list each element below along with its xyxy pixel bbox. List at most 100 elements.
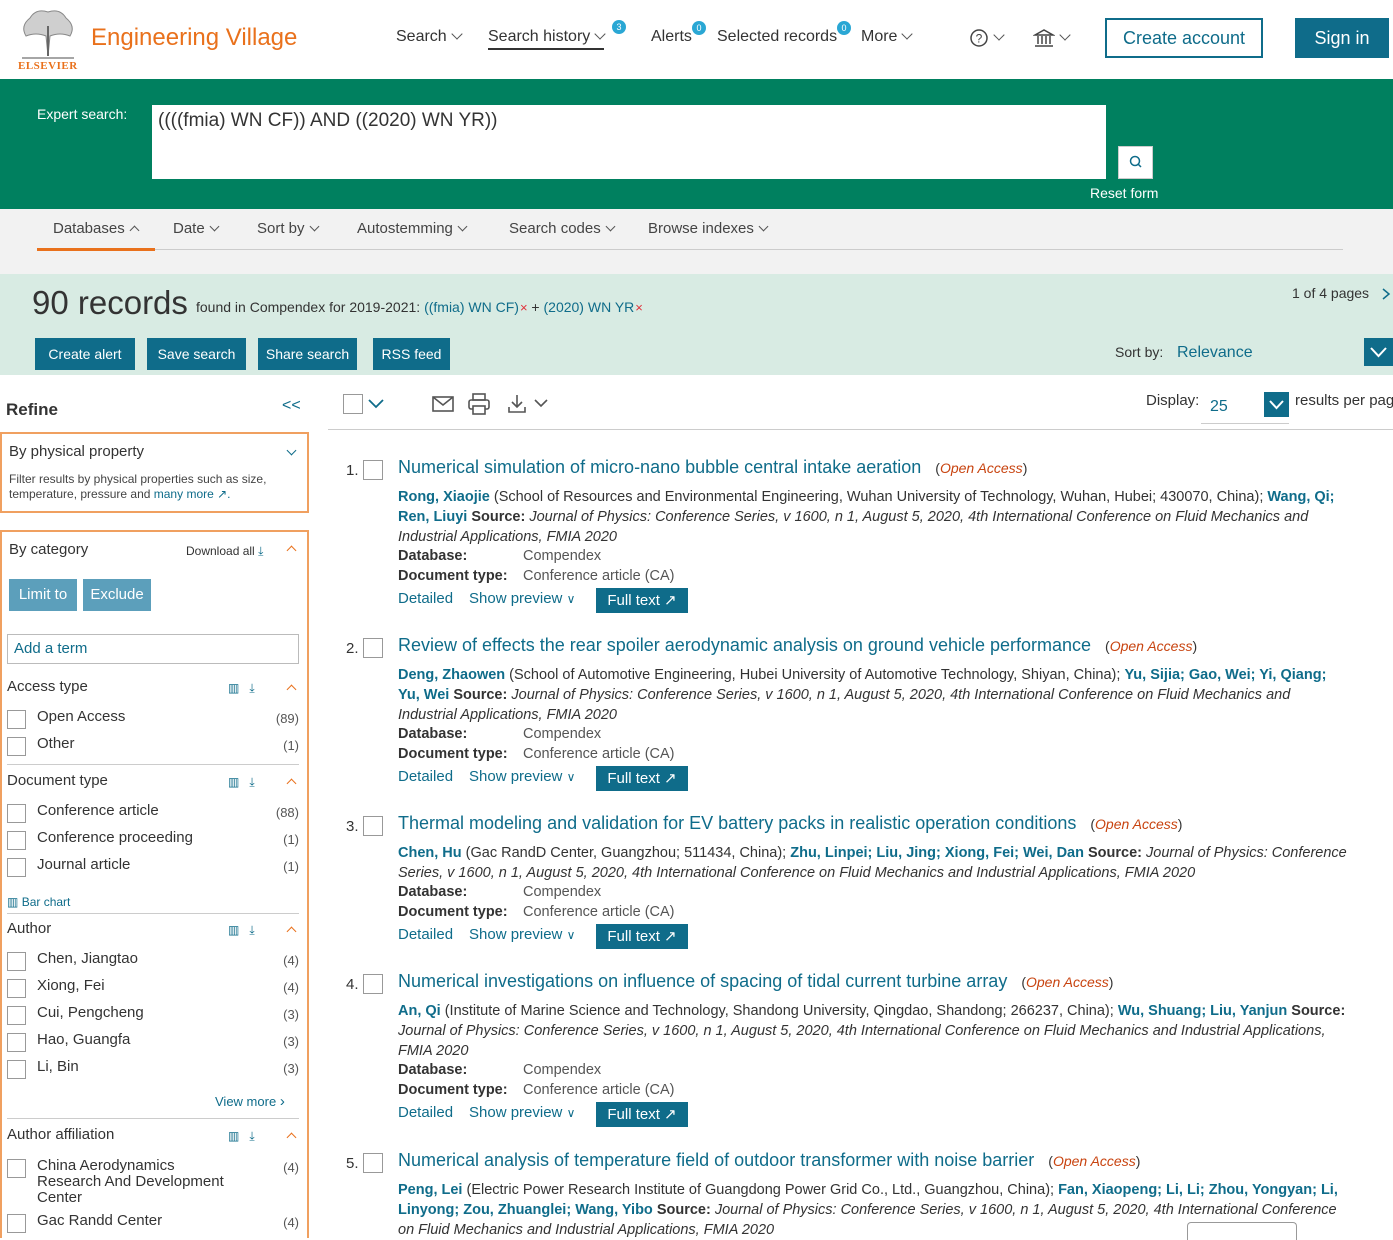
result-checkbox[interactable] xyxy=(363,460,383,480)
nav-alerts[interactable]: Alerts xyxy=(651,28,692,46)
limit-to-button[interactable]: Limit to xyxy=(9,579,77,611)
expert-search-input[interactable]: ((((fmia) WN CF)) AND ((2020) WN YR)) xyxy=(152,105,1106,179)
search-codes-dropdown[interactable]: Search codes xyxy=(509,220,616,237)
chevron-up-icon[interactable] xyxy=(286,778,297,789)
result-checkbox[interactable] xyxy=(363,1153,383,1173)
view-more-link[interactable]: View more › xyxy=(215,1093,285,1110)
email-icon[interactable] xyxy=(431,392,455,416)
sort-by-dropdown[interactable]: Sort by xyxy=(257,220,319,237)
nav-search[interactable]: Search xyxy=(396,28,463,46)
date-dropdown[interactable]: Date xyxy=(173,220,220,237)
bar-chart-icon[interactable]: ▥ xyxy=(228,923,239,937)
rss-feed-button[interactable]: RSS feed xyxy=(373,338,450,370)
checkbox[interactable] xyxy=(7,804,26,823)
chevron-up-icon[interactable] xyxy=(286,545,297,556)
chevron-down-icon[interactable] xyxy=(367,398,385,410)
chevron-up-icon[interactable] xyxy=(286,926,297,937)
chevron-right-icon[interactable] xyxy=(1379,287,1393,301)
checkbox[interactable] xyxy=(7,1006,26,1025)
download-icon[interactable]: ⤓ xyxy=(249,681,254,695)
sort-by-select[interactable]: Relevance xyxy=(1177,344,1253,362)
search-term-2[interactable]: (2020) WN YR xyxy=(544,299,635,315)
download-icon[interactable] xyxy=(506,392,552,416)
author-link[interactable]: Zhu, Linpei; Liu, Jing; Xiong, Fei; Wei,… xyxy=(790,845,1084,861)
select-all-checkbox[interactable] xyxy=(343,394,363,414)
show-preview-link[interactable]: Show preview ∨ xyxy=(469,768,575,785)
add-term-input[interactable]: Add a term xyxy=(7,634,299,664)
checkbox[interactable] xyxy=(7,952,26,971)
share-search-button[interactable]: Share search xyxy=(258,338,357,370)
result-checkbox[interactable] xyxy=(363,974,383,994)
result-title[interactable]: Review of effects the rear spoiler aerod… xyxy=(398,635,1091,655)
brand-title[interactable]: Engineering Village xyxy=(91,24,297,52)
many-more-link[interactable]: many more xyxy=(154,487,214,501)
download-icon[interactable]: ⤓ xyxy=(249,775,254,789)
chevron-up-icon[interactable] xyxy=(286,1132,297,1143)
detailed-link[interactable]: Detailed xyxy=(398,1104,453,1121)
full-text-button[interactable]: Full text ↗ xyxy=(596,1102,688,1127)
result-checkbox[interactable] xyxy=(363,816,383,836)
databases-dropdown[interactable]: Databases xyxy=(53,220,140,237)
detailed-link[interactable]: Detailed xyxy=(398,926,453,943)
checkbox[interactable] xyxy=(7,1214,26,1233)
nav-search-history[interactable]: Search history xyxy=(488,28,606,50)
search-button[interactable] xyxy=(1118,146,1153,179)
chevron-down-icon[interactable] xyxy=(286,445,297,456)
checkbox[interactable] xyxy=(7,1060,26,1079)
feedback-tab[interactable] xyxy=(1187,1222,1297,1240)
reset-form-link[interactable]: Reset form xyxy=(1090,185,1158,201)
author-link[interactable]: Rong, Xiaojie xyxy=(398,489,490,505)
physical-property-title[interactable]: By physical property xyxy=(9,443,144,460)
checkbox[interactable] xyxy=(7,710,26,729)
chevron-up-icon[interactable] xyxy=(286,684,297,695)
checkbox[interactable] xyxy=(7,1159,26,1178)
full-text-button[interactable]: Full text ↗ xyxy=(596,588,688,613)
author-link[interactable]: Wu, Shuang; Liu, Yanjun xyxy=(1118,1003,1287,1019)
detailed-link[interactable]: Detailed xyxy=(398,590,453,607)
bar-chart-icon[interactable]: ▥ xyxy=(228,681,239,695)
author-link[interactable]: Chen, Hu xyxy=(398,845,462,861)
author-link[interactable]: An, Qi xyxy=(398,1003,441,1019)
search-term-1[interactable]: ((fmia) WN CF) xyxy=(424,299,519,315)
sign-in-button[interactable]: Sign in xyxy=(1295,18,1389,58)
download-icon[interactable]: ⤓ xyxy=(249,923,254,937)
create-account-button[interactable]: Create account xyxy=(1105,18,1263,58)
download-icon[interactable]: ⤓ xyxy=(249,1129,254,1143)
per-page-dropdown-toggle[interactable] xyxy=(1264,392,1289,417)
checkbox[interactable] xyxy=(7,858,26,877)
checkbox[interactable] xyxy=(7,979,26,998)
download-all-link[interactable]: Download all ⤓ xyxy=(186,544,263,559)
full-text-button[interactable]: Full text ↗ xyxy=(596,766,688,791)
institution-menu[interactable] xyxy=(1032,28,1071,48)
browse-indexes-dropdown[interactable]: Browse indexes xyxy=(648,220,769,237)
checkbox[interactable] xyxy=(7,737,26,756)
print-icon[interactable] xyxy=(467,392,491,416)
checkbox[interactable] xyxy=(7,831,26,850)
author-link[interactable]: Deng, Zhaowen xyxy=(398,667,505,683)
result-title[interactable]: Numerical analysis of temperature field … xyxy=(398,1150,1034,1170)
collapse-sidebar-button[interactable]: << xyxy=(282,397,301,415)
help-menu[interactable]: ? xyxy=(969,28,1005,48)
remove-term-1-icon[interactable]: × xyxy=(520,300,528,315)
result-title[interactable]: Numerical simulation of micro-nano bubbl… xyxy=(398,457,921,477)
show-preview-link[interactable]: Show preview ∨ xyxy=(469,926,575,943)
full-text-button[interactable]: Full text ↗ xyxy=(596,924,688,949)
checkbox[interactable] xyxy=(7,1033,26,1052)
detailed-link[interactable]: Detailed xyxy=(398,768,453,785)
result-checkbox[interactable] xyxy=(363,638,383,658)
bar-chart-link[interactable]: ▥ Bar chart xyxy=(7,895,70,909)
save-search-button[interactable]: Save search xyxy=(147,338,246,370)
bar-chart-icon[interactable]: ▥ xyxy=(228,775,239,789)
nav-selected-records[interactable]: Selected records xyxy=(717,28,837,46)
autostemming-dropdown[interactable]: Autostemming xyxy=(357,220,468,237)
show-preview-link[interactable]: Show preview ∨ xyxy=(469,1104,575,1121)
result-title[interactable]: Thermal modeling and validation for EV b… xyxy=(398,813,1076,833)
result-title[interactable]: Numerical investigations on influence of… xyxy=(398,971,1007,991)
facet-item[interactable]: China Aerodynamics Research And Developm… xyxy=(7,1158,299,1206)
exclude-button[interactable]: Exclude xyxy=(83,579,151,611)
bar-chart-icon[interactable]: ▥ xyxy=(228,1129,239,1143)
remove-term-2-icon[interactable]: × xyxy=(635,300,643,315)
show-preview-link[interactable]: Show preview ∨ xyxy=(469,590,575,607)
create-alert-button[interactable]: Create alert xyxy=(35,338,135,370)
author-link[interactable]: Peng, Lei xyxy=(398,1182,462,1198)
